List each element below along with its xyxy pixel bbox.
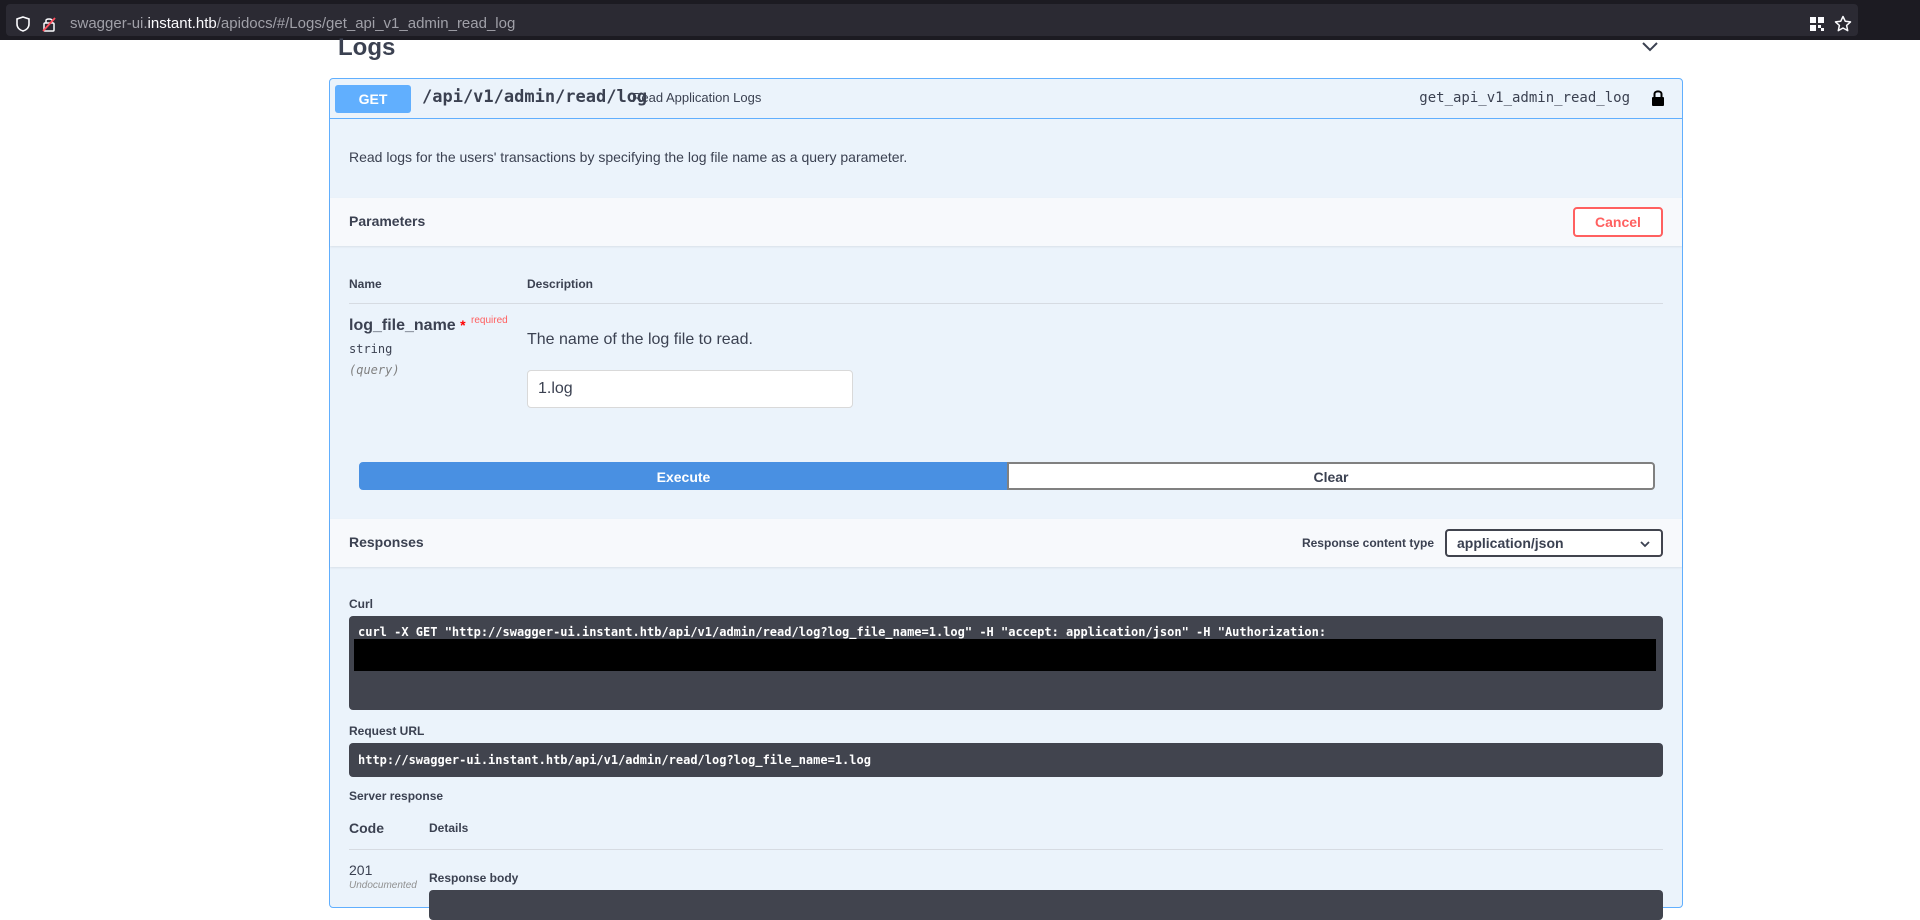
clear-button[interactable]: Clear bbox=[1007, 462, 1655, 490]
curl-label: Curl bbox=[349, 597, 373, 611]
request-url-label: Request URL bbox=[349, 724, 425, 738]
lock-icon[interactable] bbox=[1650, 88, 1666, 108]
parameter-name-text: log_file_name bbox=[349, 317, 456, 334]
shield-icon[interactable] bbox=[14, 15, 32, 33]
responses-header: Responses Response content type applicat… bbox=[330, 519, 1682, 567]
operation-description: Read logs for the users' transactions by… bbox=[349, 149, 908, 165]
cancel-button[interactable]: Cancel bbox=[1573, 207, 1663, 237]
parameter-name: log_file_name * bbox=[349, 317, 466, 335]
operation-summary[interactable]: GET /api/v1/admin/read/log Read Applicat… bbox=[330, 79, 1682, 119]
qr-code-icon[interactable] bbox=[1808, 15, 1826, 33]
response-content-type-value: application/json bbox=[1457, 535, 1564, 551]
parameters-header: Parameters Cancel bbox=[330, 198, 1682, 246]
parameter-location: (query) bbox=[349, 363, 400, 377]
method-badge: GET bbox=[335, 85, 411, 113]
browser-toolbar: swagger-ui.instant.htb/apidocs/#/Logs/ge… bbox=[0, 0, 1920, 40]
divider bbox=[349, 303, 1663, 304]
response-body[interactable] bbox=[429, 890, 1663, 920]
chevron-down-icon bbox=[1640, 541, 1650, 548]
url-path: /apidocs/#/Logs/get_api_v1_admin_read_lo… bbox=[216, 15, 516, 32]
responses-title: Responses bbox=[349, 534, 424, 550]
required-star: * bbox=[460, 317, 466, 333]
redaction-bar bbox=[354, 639, 1656, 671]
address-bar[interactable]: swagger-ui.instant.htb/apidocs/#/Logs/ge… bbox=[6, 4, 1858, 36]
response-content-type-select[interactable]: application/json bbox=[1445, 529, 1663, 557]
parameter-type: string bbox=[349, 342, 393, 356]
response-content-type-label: Response content type bbox=[1301, 536, 1434, 550]
operation-id: get_api_v1_admin_read_log bbox=[1419, 90, 1630, 106]
chevron-down-icon[interactable] bbox=[1640, 36, 1660, 56]
request-url-block[interactable]: http://swagger-ui.instant.htb/api/v1/adm… bbox=[349, 743, 1663, 777]
parameter-description: The name of the log file to read. bbox=[527, 331, 753, 348]
section-title[interactable]: Logs bbox=[338, 34, 395, 62]
request-url: http://swagger-ui.instant.htb/api/v1/adm… bbox=[358, 753, 871, 767]
response-body-label: Response body bbox=[429, 871, 519, 885]
column-header-description: Description bbox=[527, 277, 594, 291]
operation-block: GET /api/v1/admin/read/log Read Applicat… bbox=[329, 78, 1683, 920]
insecure-lock-icon[interactable] bbox=[40, 15, 58, 33]
required-label: required bbox=[471, 315, 508, 326]
parameters-title: Parameters bbox=[349, 213, 426, 229]
log-file-name-input[interactable]: 1.log bbox=[527, 370, 853, 408]
column-header-name: Name bbox=[349, 277, 382, 291]
execute-button[interactable]: Execute bbox=[359, 462, 1008, 490]
operation-summary-text: Read Application Logs bbox=[632, 90, 762, 105]
curl-block[interactable]: curl -X GET "http://swagger-ui.instant.h… bbox=[349, 616, 1663, 710]
bookmark-star-icon[interactable] bbox=[1834, 15, 1852, 33]
url-text[interactable]: swagger-ui.instant.htb/apidocs/#/Logs/ge… bbox=[70, 15, 515, 32]
divider bbox=[349, 849, 1663, 850]
curl-command: curl -X GET "http://swagger-ui.instant.h… bbox=[358, 625, 1327, 639]
response-undocumented: Undocumented bbox=[349, 880, 417, 891]
operation-path: /api/v1/admin/read/log bbox=[422, 87, 648, 107]
url-prefix: swagger-ui. bbox=[70, 15, 148, 32]
column-header-code: Code bbox=[349, 820, 384, 836]
server-response-label: Server response bbox=[349, 789, 444, 803]
url-domain: instant.htb bbox=[147, 15, 217, 32]
response-code: 201 bbox=[349, 862, 373, 878]
column-header-details: Details bbox=[429, 821, 469, 835]
